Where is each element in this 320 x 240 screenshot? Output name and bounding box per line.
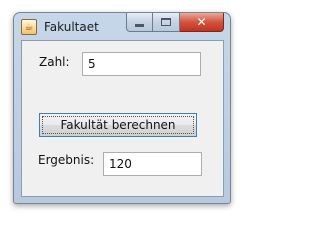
zahl-label: Zahl: (39, 55, 70, 69)
window-title: Fakultaet (44, 20, 99, 34)
ergebnis-field[interactable]: 120 (103, 152, 202, 176)
caption-buttons: ✕ (126, 13, 224, 32)
maximize-icon (161, 18, 171, 26)
calculate-button[interactable]: Fakultät berechnen (39, 113, 197, 137)
form-panel: Zahl: 5 Fakultät berechnen Ergebnis: 120 (21, 40, 224, 197)
calculate-button-label: Fakultät berechnen (60, 118, 176, 132)
app-window: ☕ Fakultaet ✕ Zahl: 5 Fakultät berechnen… (13, 12, 231, 204)
title-bar[interactable]: ☕ Fakultaet ✕ (14, 13, 230, 40)
close-button[interactable]: ✕ (180, 13, 224, 32)
zahl-input[interactable]: 5 (82, 52, 201, 76)
maximize-button[interactable] (153, 13, 180, 32)
java-coffee-icon: ☕ (21, 19, 37, 35)
close-icon: ✕ (196, 15, 207, 29)
minimize-button[interactable] (126, 13, 153, 32)
ergebnis-label: Ergebnis: (38, 153, 95, 167)
minimize-icon (135, 23, 144, 27)
